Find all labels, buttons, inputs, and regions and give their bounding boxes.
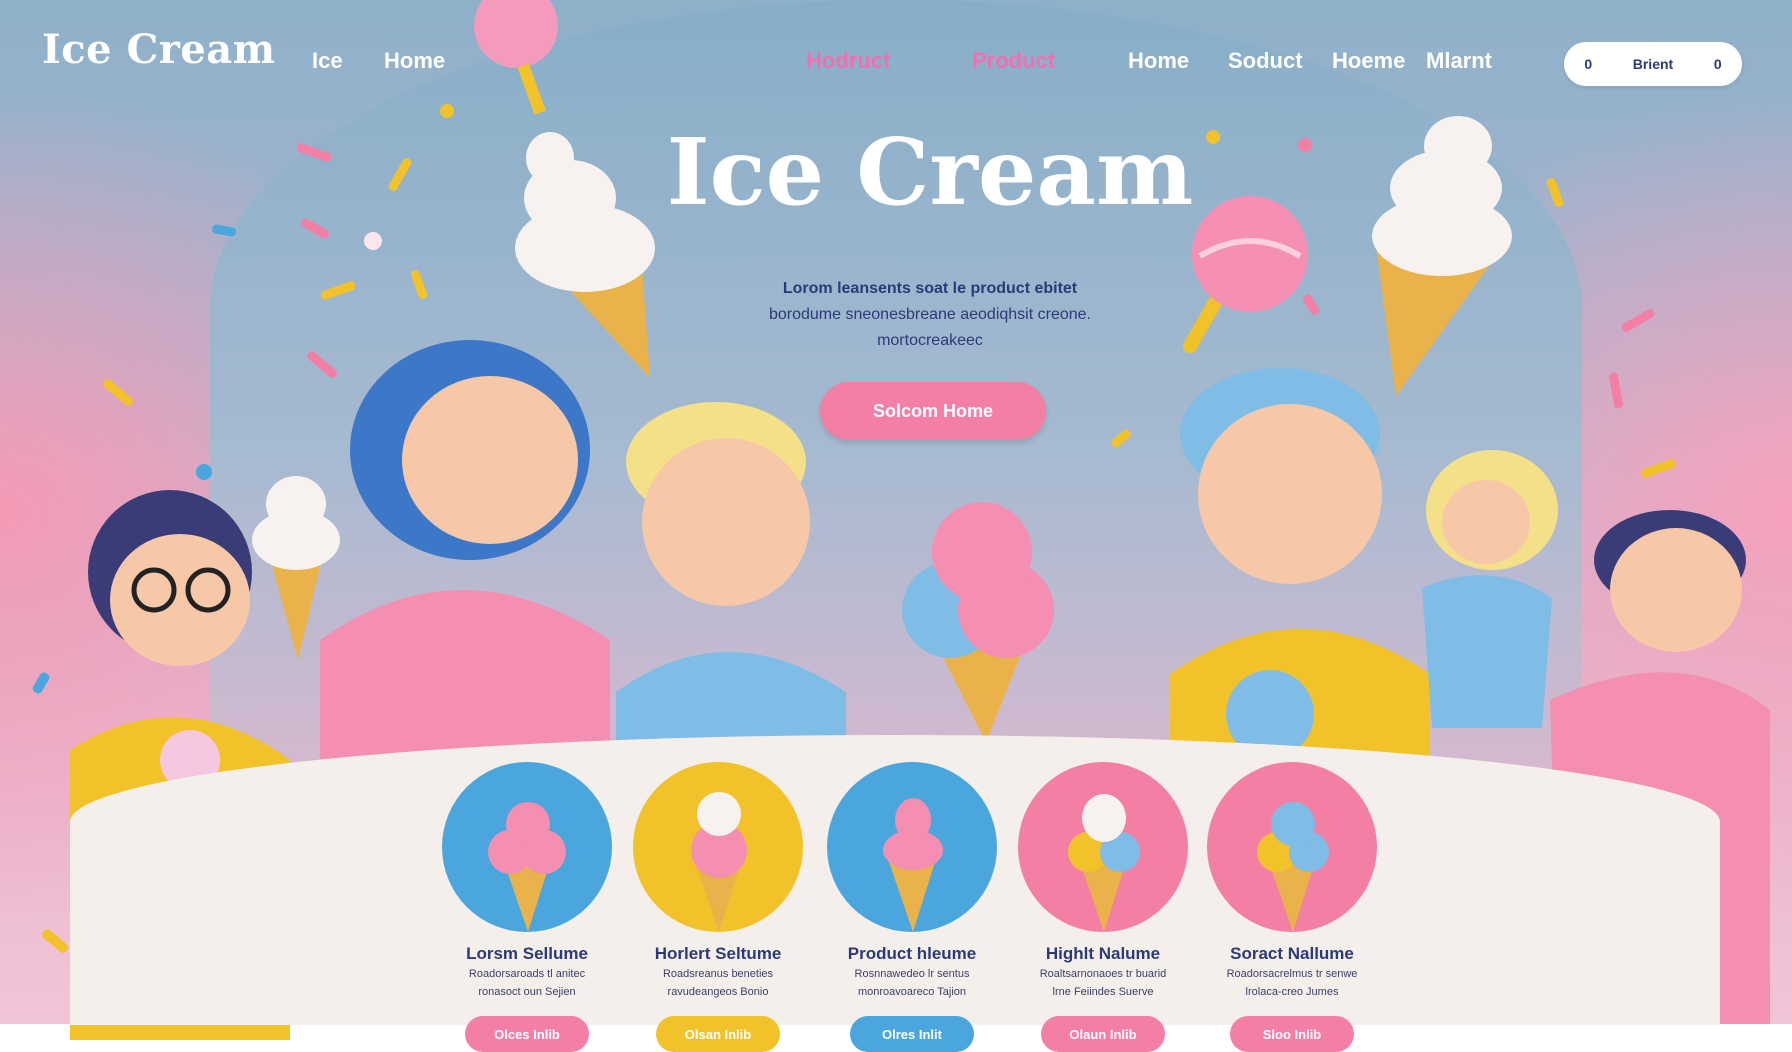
lollipop-illustration — [474, 0, 558, 115]
hero-desc-line-1: Lorom leansents soat le product ebitet — [782, 280, 1078, 297]
product-desc-1: Roadorsaroads tl anitec — [468, 968, 586, 980]
ice-cream-cone-icon — [488, 802, 566, 932]
sprinkle — [1298, 138, 1312, 152]
product-desc-2: ronasoct oun Sejien — [478, 986, 576, 998]
product-card[interactable]: Horlert Seltume Roadsreanus beneties rav… — [632, 762, 804, 1052]
product-image — [633, 762, 803, 932]
product-desc-2: lrolaca-creo Jumes — [1245, 986, 1339, 998]
product-name: Product hleume — [847, 944, 977, 963]
product-button[interactable]: Olres Inlit — [850, 1016, 974, 1052]
product-button[interactable]: Sloo Inlib — [1230, 1016, 1354, 1052]
product-desc-1: Roadorsacrelmus tr senwe — [1226, 968, 1358, 980]
product-desc-2: monroavoareco Tajion — [857, 986, 967, 998]
product-card[interactable]: Product hleume Rosnnawedeo lr sentus mon… — [826, 762, 998, 1052]
product-desc-1: Roaltsarnonaoes tr buarid — [1039, 968, 1167, 980]
product-card[interactable]: Soract Nallume Roadorsacrelmus tr senwe … — [1206, 762, 1378, 1052]
product-card[interactable]: Highlt Nalume Roaltsarnonaoes tr buarid … — [1017, 762, 1189, 1052]
search-left-value: 0 — [1584, 56, 1593, 72]
hero-desc-line-3: mortocreakeec — [877, 332, 983, 349]
product-button[interactable]: Olces Inlib — [465, 1016, 589, 1052]
ice-cream-cone-icon — [883, 798, 943, 932]
product-desc-1: Rosnnawedeo lr sentus — [854, 968, 970, 980]
search-label: Brient — [1632, 56, 1674, 72]
product-button[interactable]: Olsan Inlib — [656, 1016, 780, 1052]
nav-item-home[interactable]: Home — [384, 48, 445, 74]
hero-title: Ice Cream — [666, 118, 1194, 226]
nav-item-hodruct[interactable]: Hodruct — [806, 48, 890, 74]
product-name: Horlert Seltume — [654, 944, 782, 963]
nav-item-mlarnt[interactable]: Mlarnt — [1426, 48, 1492, 74]
nav-item-soduct[interactable]: Soduct — [1228, 48, 1303, 74]
kid-cap-boy-illustration — [1170, 368, 1430, 784]
product-desc-2: ravudeangeos Bonio — [667, 986, 769, 998]
header: Ice Cream Ice Home Hodruct Product Home … — [0, 0, 1792, 110]
product-desc-1: Roadsreanus beneties — [662, 968, 774, 980]
product-image — [827, 762, 997, 932]
product-card[interactable]: Lorsm Sellume Roadorsaroads tl anitec ro… — [441, 762, 613, 1052]
hero-desc-line-2: borodume sneonesbreane aeodiqhsit creone… — [768, 306, 1091, 323]
ice-cream-cone-icon — [1068, 794, 1140, 932]
product-name: Lorsm Sellume — [466, 944, 588, 963]
nav-item-ice[interactable]: Ice — [312, 48, 343, 74]
hero-description: Lorom leansents soat le product ebitet b… — [720, 276, 1140, 354]
product-image — [1207, 762, 1377, 932]
sprinkle — [196, 464, 212, 480]
site-logo[interactable]: Ice Cream — [42, 26, 276, 73]
nav-item-hoeme[interactable]: Hoeme — [1332, 48, 1405, 74]
product-name: Highlt Nalume — [1045, 944, 1161, 963]
ice-cream-cone-illustration — [1372, 116, 1512, 396]
kid-blue-hair-girl-illustration — [320, 340, 610, 760]
search-right-value: 0 — [1713, 56, 1722, 72]
product-button[interactable]: Olaun Inlib — [1041, 1016, 1165, 1052]
nav-item-product[interactable]: Product — [972, 48, 1055, 74]
product-image — [1018, 762, 1188, 932]
sprinkle — [364, 232, 382, 250]
ice-cream-cone-icon — [691, 792, 747, 932]
product-desc-2: lrne Feiindes Suerve — [1052, 986, 1154, 998]
product-name: Soract Nallume — [1230, 944, 1354, 963]
kid-blonde-boy-illustration — [616, 402, 846, 782]
nav-item-home-2[interactable]: Home — [1128, 48, 1189, 74]
ice-cream-scoops-illustration — [902, 502, 1054, 742]
ice-cream-cone-icon — [1257, 802, 1329, 932]
search-pill[interactable]: 0 Brient 0 — [1564, 42, 1742, 86]
product-image — [442, 762, 612, 932]
